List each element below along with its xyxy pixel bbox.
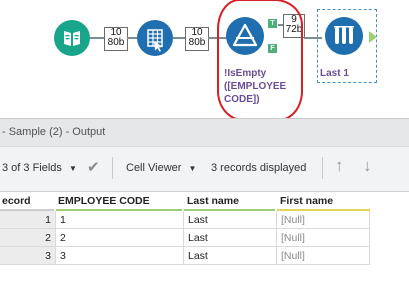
last-name-cell[interactable]: Last bbox=[184, 229, 277, 247]
cell-value: [Null] bbox=[281, 232, 305, 244]
workflow-canvas[interactable]: 10 80b 10 80b T F 9 72b !IsEmpty ([EMPLO… bbox=[0, 0, 409, 121]
row-number: 1 bbox=[45, 214, 51, 226]
arrow-up-icon[interactable]: ↑ bbox=[335, 156, 344, 176]
connector bbox=[90, 37, 105, 39]
cell-value: Last bbox=[188, 250, 208, 262]
red-annotation-circle bbox=[217, 0, 303, 121]
employee-code-cell[interactable]: 3 bbox=[56, 247, 184, 265]
records-displayed: 3 records displayed bbox=[211, 162, 307, 174]
chevron-down-icon: ▼ bbox=[188, 164, 197, 173]
results-toolbar: 3 of 3 Fields ▼ ✔ Cell Viewer ▼ 3 record… bbox=[0, 146, 409, 192]
row-number: 3 bbox=[45, 250, 51, 262]
browse-output-anchor[interactable] bbox=[369, 31, 377, 43]
arrow-down-icon[interactable]: ↓ bbox=[363, 156, 372, 176]
first-name-cell[interactable]: [Null] bbox=[277, 229, 370, 247]
book-icon bbox=[64, 31, 80, 46]
record-count-badge: 10 80b bbox=[185, 27, 209, 51]
fields-selector[interactable]: 3 of 3 Fields ▼ bbox=[2, 162, 77, 174]
first-name-cell[interactable]: [Null] bbox=[277, 211, 370, 229]
column-header-label: Last name bbox=[187, 195, 239, 207]
cell-value: [Null] bbox=[281, 214, 305, 226]
employee-code-cell[interactable]: 1 bbox=[56, 211, 184, 229]
browse-tool[interactable] bbox=[325, 17, 363, 55]
chevron-down-icon: ▼ bbox=[68, 164, 77, 173]
browse-tool-annotation: Last 1 bbox=[320, 68, 349, 79]
results-grid: ecord EMPLOYEE CODE Last name First name… bbox=[0, 193, 409, 305]
column-header-record[interactable]: ecord bbox=[0, 193, 54, 209]
column-header-last-name[interactable]: Last name bbox=[187, 193, 275, 209]
first-name-cell[interactable]: [Null] bbox=[277, 247, 370, 265]
cell-value: Last bbox=[188, 232, 208, 244]
select-tool[interactable] bbox=[137, 20, 173, 56]
table-columns-icon bbox=[147, 29, 163, 52]
connector bbox=[173, 37, 185, 39]
row-number-cell[interactable]: 2 bbox=[0, 229, 56, 247]
cell-value: 3 bbox=[60, 250, 66, 262]
employee-code-cell[interactable]: 2 bbox=[56, 229, 184, 247]
toolbar-divider bbox=[112, 157, 113, 179]
results-title: - Sample (2) - Output bbox=[2, 126, 106, 138]
cell-value: 2 bbox=[60, 232, 66, 244]
fields-label: 3 of 3 Fields bbox=[2, 162, 62, 174]
last-name-cell[interactable]: Last bbox=[184, 247, 277, 265]
column-header-employee-code[interactable]: EMPLOYEE CODE bbox=[58, 193, 182, 209]
row-number-cell[interactable]: 3 bbox=[0, 247, 56, 265]
byte-count: 80b bbox=[188, 37, 206, 48]
toolbar-divider bbox=[322, 157, 323, 179]
row-number-cell[interactable]: 1 bbox=[0, 211, 56, 229]
cell-value: Last bbox=[188, 214, 208, 226]
cell-value: [Null] bbox=[281, 250, 305, 262]
column-header-label: First name bbox=[280, 195, 334, 207]
column-header-label: EMPLOYEE CODE bbox=[58, 195, 150, 207]
input-data-tool[interactable] bbox=[54, 20, 90, 56]
column-header-first-name[interactable]: First name bbox=[280, 193, 370, 209]
checkmark-icon[interactable]: ✔ bbox=[87, 158, 100, 176]
test-tubes-icon bbox=[334, 26, 354, 44]
cell-value: 1 bbox=[60, 214, 66, 226]
cell-viewer-label: Cell Viewer bbox=[126, 162, 182, 174]
last-name-cell[interactable]: Last bbox=[184, 211, 277, 229]
cell-viewer-dropdown[interactable]: Cell Viewer ▼ bbox=[126, 162, 196, 174]
record-count-badge: 10 80b bbox=[104, 27, 128, 51]
row-number: 2 bbox=[45, 232, 51, 244]
byte-count: 80b bbox=[107, 37, 125, 48]
results-panel-header: - Sample (2) - Output bbox=[0, 118, 409, 147]
column-header-label: ecord bbox=[2, 195, 31, 207]
